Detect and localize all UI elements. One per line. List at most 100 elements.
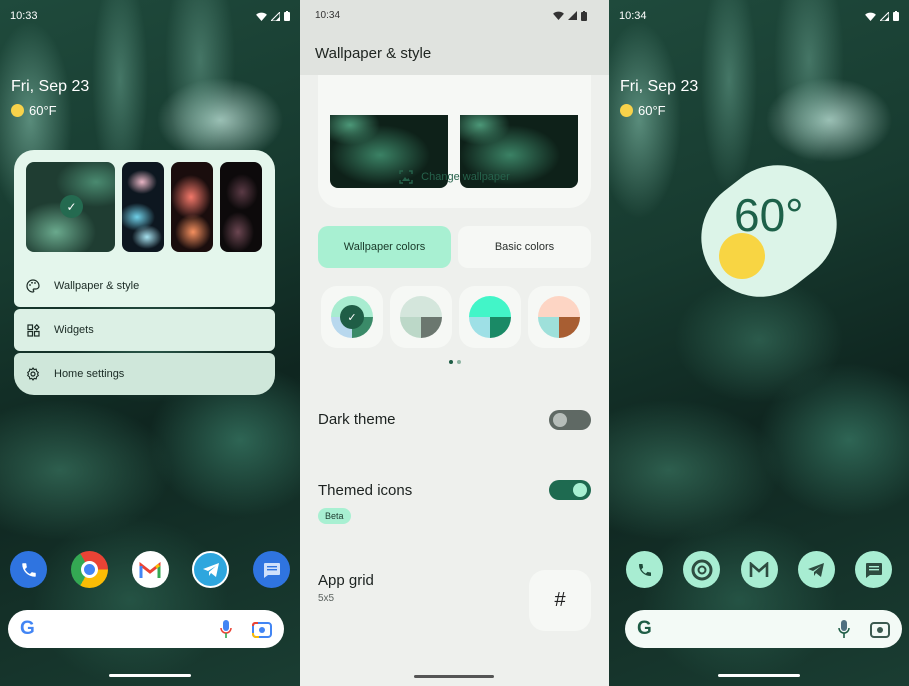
color-swatch[interactable] [528,286,590,348]
app-grid-label: App grid [318,572,374,589]
themed-icons-label: Themed icons [318,482,413,499]
app-gmail[interactable] [131,551,169,588]
gear-icon [26,367,40,381]
tab-wallpaper-colors[interactable]: Wallpaper colors [318,226,451,268]
long-press-menu: ✓ Wallpaper & style Widgets Home setting… [14,150,275,395]
app-telegram[interactable] [797,551,835,588]
date-label[interactable]: Fri, Sep 23 [11,78,89,96]
change-wallpaper-button[interactable]: Change wallpaper [300,170,609,184]
weather-glance[interactable]: 60°F [11,103,57,118]
home-screen-themed: 10:34 Fri, Sep 23 60°F 60° G [609,0,909,686]
sun-icon [620,104,633,117]
menu-item-label: Wallpaper & style [54,280,140,292]
swatch-pie [538,296,580,338]
menu-item-home-settings[interactable]: Home settings [14,353,275,395]
chrome-icon [80,561,98,578]
wallpaper-thumb-dark-flowers[interactable] [220,162,262,252]
color-swatch[interactable] [459,286,521,348]
app-messages[interactable] [253,551,290,588]
phone-icon [638,563,651,576]
page-dot-active [449,360,453,364]
signal-icon [568,11,577,20]
menu-item-label: Widgets [54,324,94,336]
gesture-nav-bar[interactable] [109,674,191,677]
grid-icon: # [554,589,566,611]
app-bar: 10:34 Wallpaper & style [300,0,609,75]
status-bar: 10:33 [10,9,290,23]
wallpaper-thumbnails: ✓ [26,162,263,252]
app-messages[interactable] [855,551,892,588]
app-telegram[interactable] [192,551,230,588]
google-g-icon: G [20,618,35,639]
dark-theme-label: Dark theme [318,411,396,428]
battery-icon [893,11,899,21]
weather-temp: 60°F [29,103,57,118]
dock [626,551,892,588]
app-grid-value: 5x5 [318,593,335,604]
gesture-nav-bar[interactable] [414,675,494,678]
dark-theme-toggle[interactable] [549,410,591,430]
google-g-icon: G [637,618,652,639]
check-icon: ✓ [60,195,83,218]
image-frame-icon [399,170,413,184]
color-swatch[interactable] [390,286,452,348]
messages-icon [263,562,280,578]
app-chrome[interactable] [683,551,721,588]
page-dot [457,360,461,364]
google-search-bar[interactable]: G [625,610,902,648]
tab-basic-colors[interactable]: Basic colors [458,226,591,268]
swatch-pie [469,296,511,338]
battery-icon [581,10,587,21]
telegram-icon [808,562,825,577]
wifi-icon [865,12,876,21]
color-swatch[interactable]: ✓ [321,286,383,348]
swatch-pie [400,296,442,338]
signal-icon [271,11,280,21]
app-phone[interactable] [10,551,47,588]
wallpaper-thumb-jellyfish[interactable] [122,162,164,252]
menu-item-label: Home settings [54,368,125,380]
telegram-icon [202,562,219,577]
gmail-icon [139,561,161,578]
chrome-icon [691,559,713,580]
mic-icon[interactable] [220,620,232,638]
wallpaper-thumb-agave[interactable]: ✓ [26,162,115,252]
date-label[interactable]: Fri, Sep 23 [620,78,698,96]
gesture-nav-bar[interactable] [718,674,800,677]
app-phone[interactable] [626,551,663,588]
weather-glance[interactable]: 60°F [620,103,666,118]
app-gmail[interactable] [740,551,778,588]
change-wallpaper-label: Change wallpaper [421,171,510,183]
app-chrome[interactable] [70,551,108,588]
check-icon: ✓ [340,305,364,329]
google-search-bar[interactable]: G [8,610,284,648]
menu-item-wallpaper-style[interactable]: Wallpaper & style [26,272,263,300]
sun-icon [719,233,765,279]
lens-icon[interactable] [252,620,272,638]
themed-icons-toggle[interactable] [549,480,591,500]
color-swatches: ✓ [321,286,590,348]
wallpaper-thumb-coral[interactable] [171,162,213,252]
status-time: 10:33 [10,10,38,22]
status-bar: 10:34 [619,9,899,23]
menu-item-widgets[interactable]: Widgets [14,309,275,351]
beta-badge: Beta [318,508,351,524]
dock [10,551,290,588]
status-time: 10:34 [315,10,341,21]
page-indicator [449,360,461,364]
lens-icon[interactable] [870,620,890,638]
mic-icon[interactable] [838,620,850,638]
palette-icon [26,279,40,293]
home-screen-long-press: 10:33 Fri, Sep 23 60°F ✓ Wallpaper & sty… [0,0,300,686]
widgets-icon [26,323,40,337]
app-grid-button[interactable]: # [529,570,591,631]
status-bar: 10:34 [315,10,587,21]
sun-icon [11,104,24,117]
messages-icon [865,562,882,578]
wifi-icon [553,11,564,20]
toggle-knob [553,413,567,427]
gmail-icon [749,561,769,577]
battery-icon [284,11,290,21]
phone-icon [21,562,36,577]
page-title: Wallpaper & style [315,45,432,62]
